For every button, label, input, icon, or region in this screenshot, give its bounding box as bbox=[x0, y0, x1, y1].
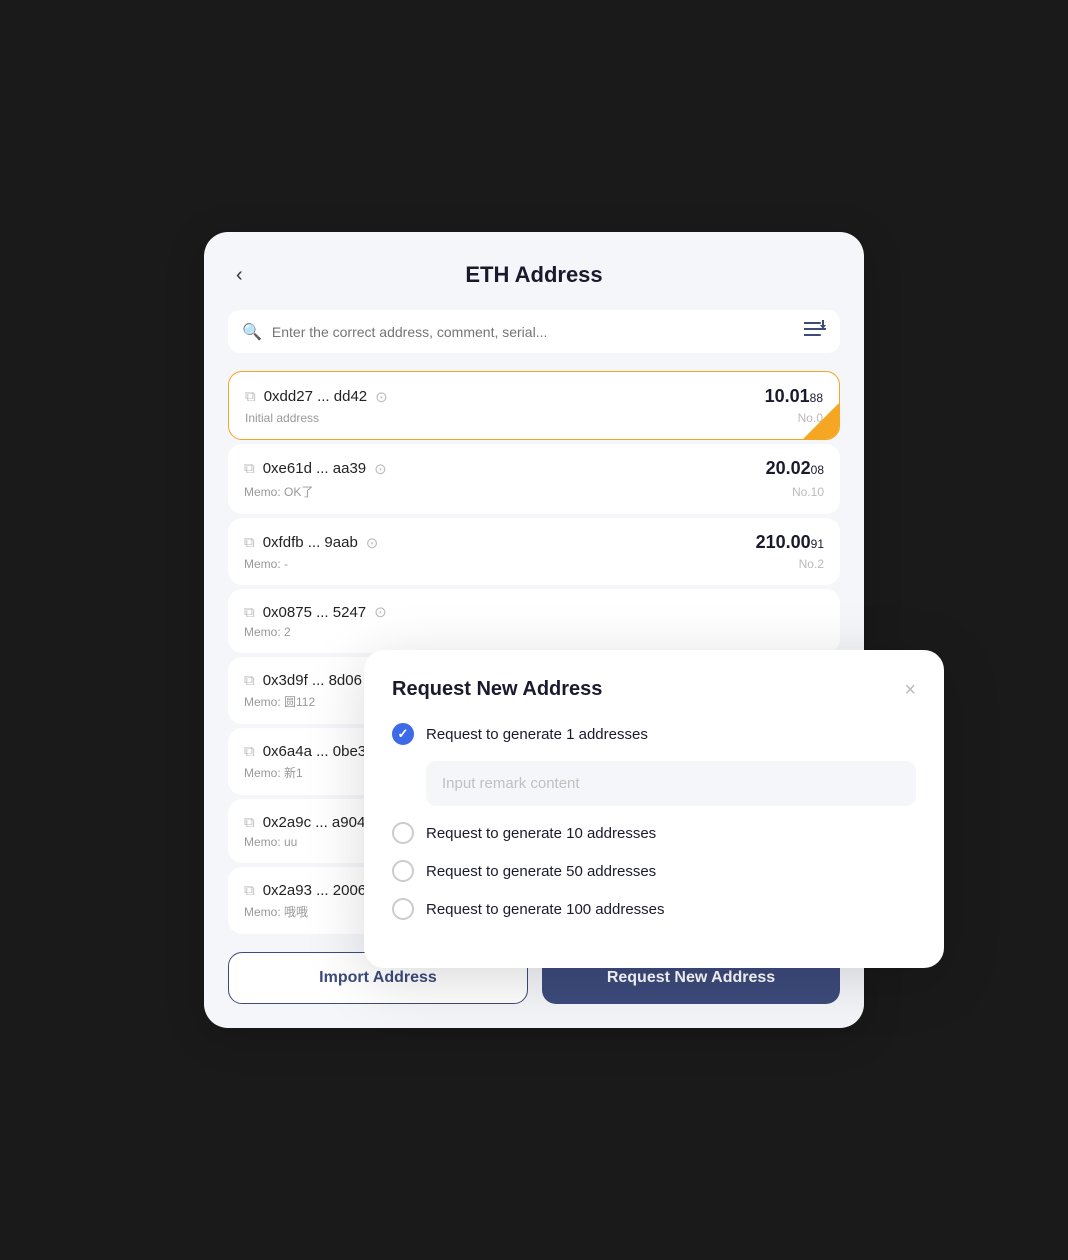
radio-label: Request to generate 1 addresses bbox=[426, 726, 648, 743]
copy-icon[interactable]: ⧉ bbox=[245, 388, 256, 405]
modal-options: Request to generate 1 addresses Request t… bbox=[392, 723, 916, 920]
search-bar: 🔍 bbox=[228, 310, 840, 353]
remark-input[interactable] bbox=[426, 761, 916, 806]
search-icon: 🔍 bbox=[242, 322, 262, 342]
radio-circle bbox=[392, 723, 414, 745]
copy-icon[interactable]: ⧉ bbox=[244, 672, 255, 689]
memo-text: Memo: uu bbox=[244, 835, 297, 849]
no-badge: No.2 bbox=[799, 557, 824, 571]
modal-header: Request New Address × bbox=[392, 678, 916, 701]
address-text: 0x6a4a ... 0be3 bbox=[263, 743, 366, 760]
copy-icon[interactable]: ⧉ bbox=[244, 534, 255, 551]
modal-option-item: Request to generate 1 addresses bbox=[392, 723, 916, 822]
memo-text: Memo: 哦哦 bbox=[244, 903, 308, 920]
memo-text: Memo: 新1 bbox=[244, 764, 303, 781]
balance-dec: 08 bbox=[811, 463, 824, 477]
modal-close-button[interactable]: × bbox=[904, 680, 916, 700]
address-text: 0xdd27 ... dd42 bbox=[264, 388, 367, 405]
selected-corner-tag bbox=[803, 403, 839, 439]
address-item[interactable]: ⧉ 0xdd27 ... dd42 ⊙ 10.01 88 Initial add… bbox=[228, 371, 840, 440]
radio-label: Request to generate 100 addresses bbox=[426, 901, 665, 918]
memo-text: Memo: 圆112 bbox=[244, 693, 315, 710]
address-text: 0x0875 ... 5247 bbox=[263, 604, 366, 621]
search-address-icon[interactable]: ⊙ bbox=[374, 603, 387, 621]
back-button[interactable]: ‹ bbox=[228, 260, 251, 291]
radio-circle bbox=[392, 898, 414, 920]
address-text: 0xe61d ... aa39 bbox=[263, 460, 366, 477]
radio-label: Request to generate 10 addresses bbox=[426, 825, 656, 842]
radio-item[interactable]: Request to generate 1 addresses bbox=[392, 723, 916, 745]
page-title: ETH Address bbox=[465, 262, 602, 288]
balance-dec: 91 bbox=[811, 537, 824, 551]
balance-main: 20.02 bbox=[766, 458, 811, 479]
radio-item[interactable]: Request to generate 50 addresses bbox=[392, 860, 916, 882]
address-text: 0x3d9f ... 8d06 bbox=[263, 672, 362, 689]
copy-icon[interactable]: ⧉ bbox=[244, 882, 255, 899]
balance-main: 210.00 bbox=[756, 532, 811, 553]
copy-icon[interactable]: ⧉ bbox=[244, 460, 255, 477]
memo-text: Initial address bbox=[245, 411, 319, 425]
address-item[interactable]: ⧉ 0xe61d ... aa39 ⊙ 20.02 08 Memo: OK了 N… bbox=[228, 444, 840, 514]
search-input[interactable] bbox=[272, 324, 794, 340]
filter-icon bbox=[804, 320, 826, 343]
address-item[interactable]: ⧉ 0x0875 ... 5247 ⊙ Memo: 2 bbox=[228, 589, 840, 653]
copy-icon[interactable]: ⧉ bbox=[244, 814, 255, 831]
modal-option-item: Request to generate 10 addresses bbox=[392, 822, 916, 844]
search-address-icon[interactable]: ⊙ bbox=[374, 460, 387, 478]
radio-label: Request to generate 50 addresses bbox=[426, 863, 656, 880]
header: ‹ ETH Address bbox=[228, 262, 840, 288]
address-text: 0xfdfb ... 9aab bbox=[263, 534, 358, 551]
copy-icon[interactable]: ⧉ bbox=[244, 604, 255, 621]
radio-circle bbox=[392, 822, 414, 844]
address-text: 0x2a93 ... 2006 bbox=[263, 882, 366, 899]
no-badge: No.10 bbox=[792, 485, 824, 499]
radio-item[interactable]: Request to generate 10 addresses bbox=[392, 822, 916, 844]
copy-icon[interactable]: ⧉ bbox=[244, 743, 255, 760]
address-item[interactable]: ⧉ 0xfdfb ... 9aab ⊙ 210.00 91 Memo: - No… bbox=[228, 518, 840, 585]
modal-option-item: Request to generate 50 addresses bbox=[392, 860, 916, 882]
radio-item[interactable]: Request to generate 100 addresses bbox=[392, 898, 916, 920]
memo-text: Memo: OK了 bbox=[244, 483, 313, 500]
modal-option-item: Request to generate 100 addresses bbox=[392, 898, 916, 920]
memo-text: Memo: - bbox=[244, 557, 288, 571]
modal-title: Request New Address bbox=[392, 678, 602, 701]
radio-circle bbox=[392, 860, 414, 882]
filter-button[interactable] bbox=[804, 320, 826, 343]
request-address-modal: Request New Address × Request to generat… bbox=[364, 650, 944, 968]
search-address-icon[interactable]: ⊙ bbox=[375, 388, 388, 406]
memo-text: Memo: 2 bbox=[244, 625, 291, 639]
search-address-icon[interactable]: ⊙ bbox=[366, 534, 379, 552]
address-text: 0x2a9c ... a904 bbox=[263, 814, 366, 831]
